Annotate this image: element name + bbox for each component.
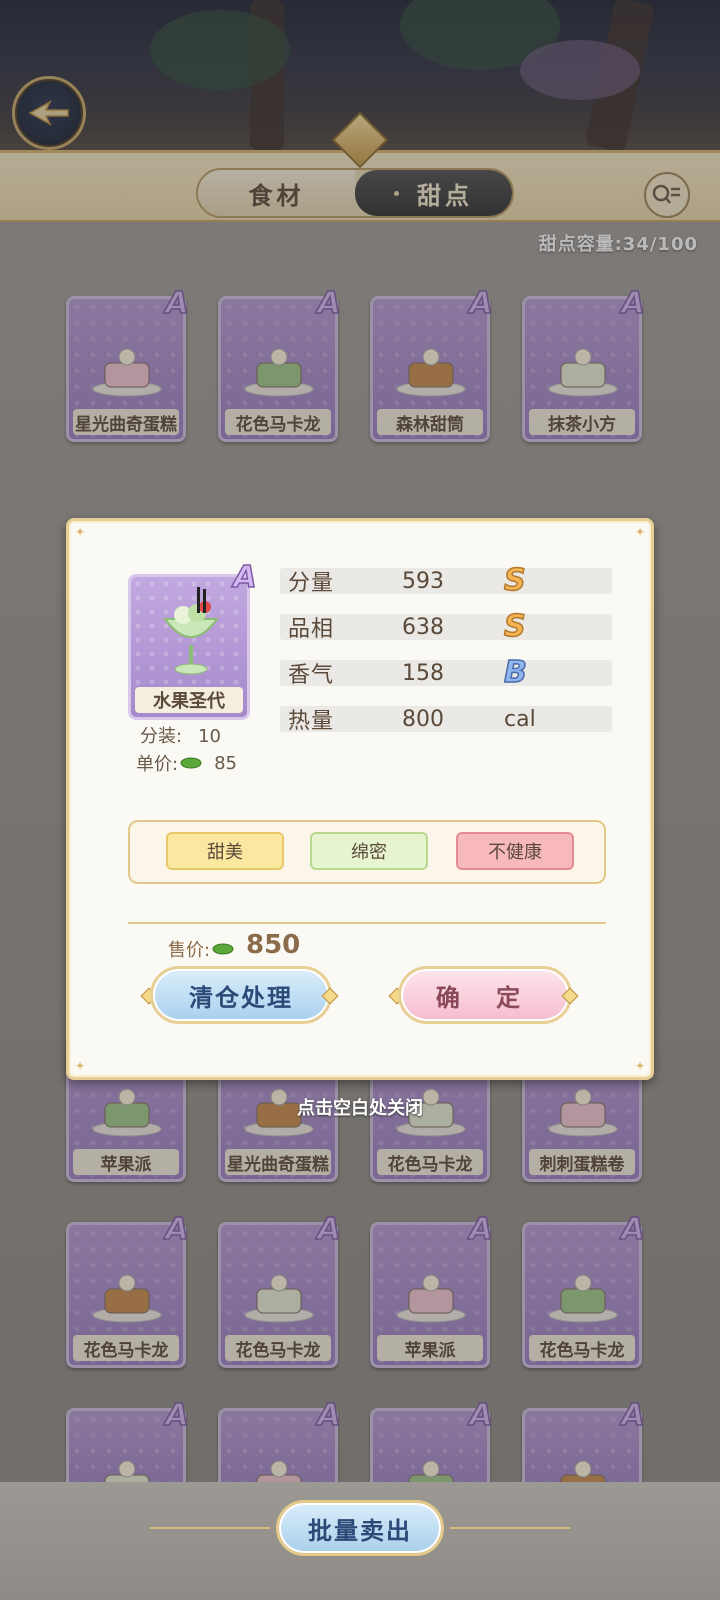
corner-ornament: ✦ (635, 1059, 646, 1073)
sale-price-label: 售价: (168, 936, 234, 962)
stat-unit: cal (504, 706, 536, 732)
corner-ornament: ✦ (635, 525, 646, 539)
stat-name: 热量 (288, 709, 335, 734)
stat-name: 品相 (288, 617, 335, 642)
divider (128, 922, 606, 924)
portions-row: 分装: 10 (140, 722, 221, 748)
unit-price-label: 单价: (136, 754, 179, 775)
stat-value: 158 (402, 660, 444, 686)
stat-name: 香气 (288, 663, 335, 688)
tag-unhealthy: 不健康 (456, 832, 574, 870)
sundae-image (163, 587, 219, 675)
corner-ornament: ✦ (75, 1059, 86, 1073)
clearance-button[interactable]: 清仓处理 (150, 966, 332, 1024)
stat-value: 593 (402, 568, 444, 594)
portions-value: 10 (198, 726, 221, 747)
stat-grade: B (503, 655, 527, 690)
stat-row: 香气 158 B (280, 655, 612, 690)
bottom-ornament-line (150, 1527, 270, 1529)
leaf-coin-icon (180, 757, 202, 769)
tag-soft: 绵密 (310, 832, 428, 870)
stat-row: 分量 593 S (280, 563, 612, 598)
sale-price-value: 850 (246, 930, 301, 960)
stat-row: 品相 638 S (280, 609, 612, 644)
stat-name: 分量 (288, 571, 335, 596)
confirm-button[interactable]: 确 定 (398, 966, 572, 1024)
stat-row: 热量 800 cal (280, 706, 612, 734)
stat-grade: S (503, 609, 526, 644)
detail-item-name: 水果圣代 (135, 687, 243, 713)
unit-price-row: 单价: 85 (136, 750, 237, 776)
stat-value: 800 (402, 706, 444, 732)
stat-grade: S (503, 563, 526, 598)
portions-label: 分装: (140, 726, 183, 747)
tag-sweet: 甜美 (166, 832, 284, 870)
unit-price-value: 85 (214, 752, 237, 774)
close-hint: 点击空白处关闭 (297, 1098, 423, 1119)
stat-value: 638 (402, 614, 444, 640)
detail-rank-badge: A (233, 559, 258, 596)
batch-sell-button[interactable]: 批量卖出 (276, 1500, 444, 1556)
sale-price-label-text: 售价: (168, 940, 211, 961)
bottom-ornament-line (450, 1527, 570, 1529)
corner-ornament: ✦ (75, 525, 86, 539)
leaf-coin-icon (212, 943, 234, 955)
